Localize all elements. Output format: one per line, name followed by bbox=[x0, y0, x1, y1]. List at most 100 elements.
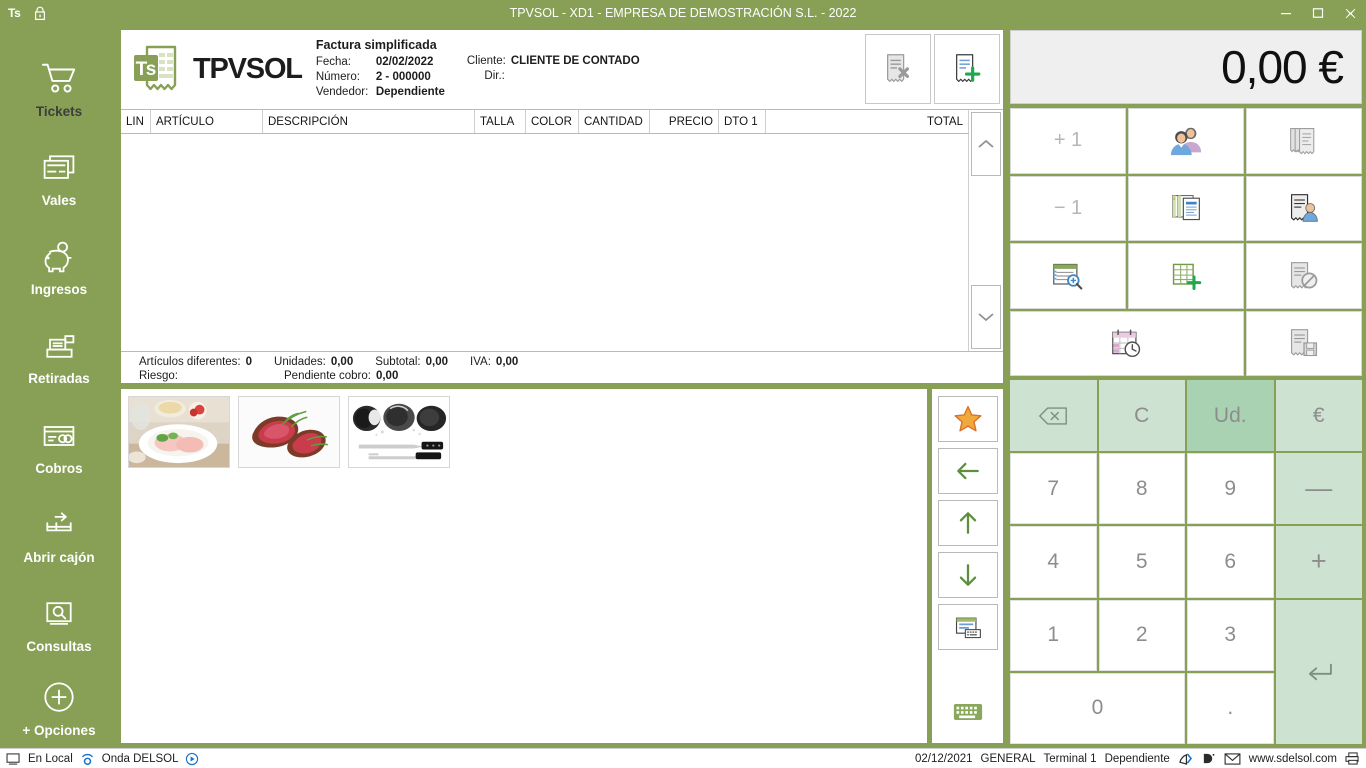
backspace-key[interactable] bbox=[1010, 380, 1097, 452]
key-7[interactable]: 7 bbox=[1010, 453, 1097, 525]
enter-key[interactable] bbox=[1275, 599, 1362, 744]
printer-icon[interactable] bbox=[1345, 752, 1360, 765]
articulos-diferentes-value: 0 bbox=[245, 356, 253, 368]
search-monitor-icon bbox=[36, 594, 82, 634]
units-key[interactable]: Ud. bbox=[1187, 380, 1274, 452]
search-keyboard-button[interactable] bbox=[937, 604, 998, 650]
onscreen-keyboard-button[interactable] bbox=[937, 695, 998, 729]
documents-button[interactable] bbox=[1128, 175, 1244, 241]
product-beef-steak[interactable] bbox=[238, 396, 340, 468]
key-3[interactable]: 3 bbox=[1187, 599, 1274, 671]
key-9[interactable]: 9 bbox=[1187, 453, 1274, 525]
sidebar-item-tickets[interactable]: Tickets bbox=[0, 44, 118, 133]
add-table-button[interactable] bbox=[1128, 243, 1244, 309]
favorites-button[interactable] bbox=[937, 396, 998, 442]
key-8[interactable]: 8 bbox=[1098, 453, 1185, 525]
status-website[interactable]: www.sdelsol.com bbox=[1249, 753, 1337, 765]
window-controls bbox=[1270, 0, 1366, 26]
column-lin[interactable]: LIN bbox=[121, 110, 151, 133]
key-2[interactable]: 2 bbox=[1098, 599, 1185, 671]
save-ticket-button[interactable] bbox=[1246, 310, 1362, 376]
radio-label[interactable]: Onda DELSOL bbox=[102, 753, 179, 765]
delsol-d-icon[interactable] bbox=[1201, 752, 1216, 765]
maximize-icon[interactable] bbox=[1302, 0, 1334, 26]
column-total[interactable]: TOTAL bbox=[766, 110, 969, 133]
tpvsol-logo-icon: Ts bbox=[129, 40, 187, 98]
scroll-up-button[interactable] bbox=[937, 500, 998, 546]
sidebar-item-vales[interactable]: Vales bbox=[0, 133, 118, 222]
title-bar: Ts TPVSOL - XD1 - EMPRESA DE DEMOSTRACIÓ… bbox=[0, 0, 1366, 26]
document-table: LIN ARTÍCULO DESCRIPCIÓN TALLA COLOR CAN… bbox=[121, 110, 969, 351]
sidebar-item-consultas[interactable]: Consultas bbox=[0, 579, 118, 668]
decimal-key[interactable]: . bbox=[1187, 672, 1274, 744]
riesgo-label: Riesgo: bbox=[139, 370, 178, 382]
clear-key[interactable]: C bbox=[1098, 380, 1185, 452]
product-meat-knives[interactable] bbox=[348, 396, 450, 468]
minimize-icon[interactable] bbox=[1270, 0, 1302, 26]
select-customer-button[interactable] bbox=[1128, 108, 1244, 174]
mail-icon[interactable] bbox=[1224, 752, 1241, 765]
ticket-list-button[interactable] bbox=[1246, 108, 1362, 174]
key-4[interactable]: 4 bbox=[1010, 526, 1097, 598]
key-6[interactable]: 6 bbox=[1187, 526, 1274, 598]
product-chicken-breast[interactable] bbox=[128, 396, 230, 468]
sidebar-item-abrir-cajon[interactable]: Abrir cajón bbox=[0, 490, 118, 579]
customer-ticket-button[interactable] bbox=[1246, 175, 1362, 241]
plus-key[interactable]: + bbox=[1275, 526, 1362, 598]
scroll-up-button[interactable] bbox=[971, 112, 1001, 176]
chicken-breast-photo bbox=[129, 397, 229, 467]
list-search-icon bbox=[1053, 263, 1083, 290]
window-title: TPVSOL - XD1 - EMPRESA DE DEMOSTRACIÓN S… bbox=[509, 6, 857, 20]
office-icon[interactable] bbox=[1178, 752, 1193, 765]
status-left: En Local Onda DELSOL bbox=[6, 752, 199, 766]
numeric-keypad: C Ud. € 7 8 9 — 4 5 6 + 1 2 3 0 . bbox=[1010, 380, 1362, 744]
documents-icon bbox=[1172, 195, 1200, 221]
delete-ticket-button[interactable] bbox=[865, 34, 931, 104]
column-descripcion[interactable]: DESCRIPCIÓN bbox=[263, 110, 475, 133]
column-color[interactable]: COLOR bbox=[526, 110, 579, 133]
lock-icon[interactable] bbox=[33, 6, 47, 21]
document-field-numero: Número: 2 - 000000 bbox=[316, 70, 445, 85]
articulos-diferentes-label: Artículos diferentes: bbox=[139, 356, 241, 368]
meat-knives-photo bbox=[349, 397, 449, 467]
column-talla[interactable]: TALLA bbox=[475, 110, 526, 133]
column-dto1[interactable]: DTO 1 bbox=[719, 110, 766, 133]
local-status-label: En Local bbox=[28, 752, 73, 765]
key-5[interactable]: 5 bbox=[1098, 526, 1185, 598]
sidebar-item-ingresos[interactable]: Ingresos bbox=[0, 222, 118, 311]
back-button[interactable] bbox=[937, 448, 998, 494]
svg-text:Ts: Ts bbox=[136, 59, 157, 80]
cancel-ticket-button[interactable] bbox=[1246, 243, 1362, 309]
table-body[interactable] bbox=[121, 134, 969, 351]
play-icon[interactable] bbox=[185, 752, 199, 766]
column-articulo[interactable]: ARTÍCULO bbox=[151, 110, 263, 133]
schedule-button[interactable] bbox=[1010, 310, 1244, 376]
minus-key[interactable]: — bbox=[1275, 453, 1362, 525]
pendiente-label: Pendiente cobro: bbox=[284, 370, 371, 382]
field-value: 02/02/2022 bbox=[375, 56, 434, 68]
sidebar-label: Consultas bbox=[26, 639, 92, 655]
new-ticket-button[interactable] bbox=[934, 34, 1000, 104]
scroll-down-button[interactable] bbox=[937, 552, 998, 598]
receipt-person-icon bbox=[1290, 194, 1318, 223]
sidebar-item-cobros[interactable]: Cobros bbox=[0, 401, 118, 490]
key-0[interactable]: 0 bbox=[1010, 672, 1185, 744]
sidebar-item-retiradas[interactable]: Retiradas bbox=[0, 312, 118, 401]
column-precio[interactable]: PRECIO bbox=[650, 110, 719, 133]
customer-block[interactable]: Cliente: CLIENTE DE CONTADO Dir.: bbox=[445, 30, 640, 84]
receipt-add-icon bbox=[951, 51, 983, 88]
decrement-quantity-button[interactable]: − 1 bbox=[1010, 175, 1126, 241]
scroll-down-button[interactable] bbox=[971, 285, 1001, 349]
radio-icon[interactable] bbox=[80, 752, 95, 765]
column-cantidad[interactable]: CANTIDAD bbox=[579, 110, 650, 133]
key-1[interactable]: 1 bbox=[1010, 599, 1097, 671]
iva-label: IVA: bbox=[470, 356, 491, 368]
close-icon[interactable] bbox=[1334, 0, 1366, 26]
document-meta: Factura simplificada Fecha: 02/02/2022 N… bbox=[302, 30, 445, 100]
sidebar-item-opciones[interactable]: + Opciones bbox=[0, 669, 118, 748]
receipt-delete-icon bbox=[882, 51, 914, 88]
search-article-button[interactable] bbox=[1010, 243, 1126, 309]
receipt-cancel-icon bbox=[1290, 261, 1318, 289]
increment-quantity-button[interactable]: + 1 bbox=[1010, 108, 1126, 174]
euro-key[interactable]: € bbox=[1275, 380, 1362, 452]
